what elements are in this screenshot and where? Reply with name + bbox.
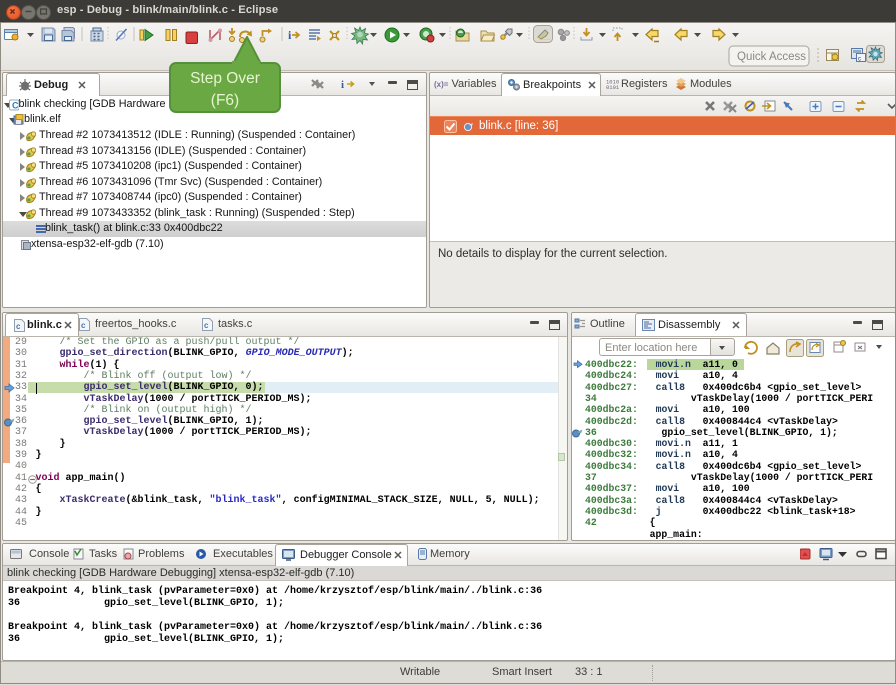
svg-text:c: c <box>858 57 861 63</box>
svg-text:C: C <box>12 100 19 110</box>
svg-text:0101: 0101 <box>606 84 619 90</box>
svg-text:i: i <box>341 79 344 91</box>
svg-text:i: i <box>288 28 292 42</box>
svg-text:c: c <box>81 321 86 330</box>
svg-text:c: c <box>16 322 21 331</box>
svg-text:c: c <box>204 321 209 330</box>
svg-text:Quick Access: Quick Access <box>737 51 806 63</box>
